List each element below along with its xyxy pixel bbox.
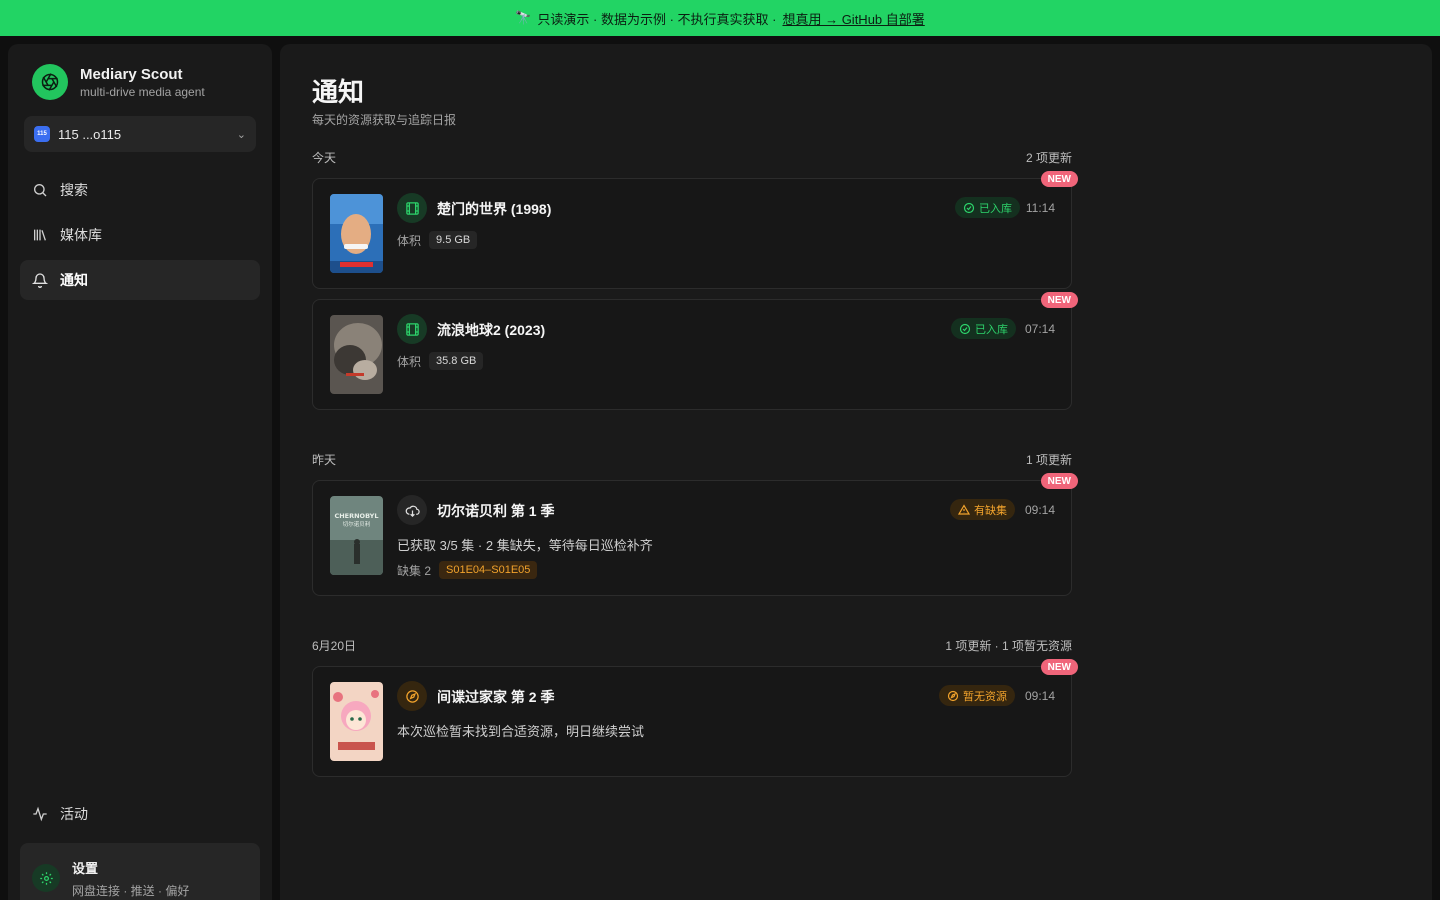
sidebar: Mediary Scout multi-drive media agent 11… xyxy=(8,44,272,900)
card-title: 间谍过家家 第 2 季 xyxy=(437,689,555,705)
notification-card[interactable]: 楚门的世界 (1998) 已入库 11:14 NEW 体积 9.5 GB xyxy=(312,171,1078,289)
drive-selector[interactable]: 115 115 ...o115 ⌄ xyxy=(24,116,256,152)
warning-icon xyxy=(958,503,970,515)
card-meta: 缺集 2 S01E04–S01E05 xyxy=(397,561,538,579)
banner-text: 只读演示 · 数据为示例 · 不执行真实获取 · xyxy=(537,11,777,27)
drive-badge-icon: 115 xyxy=(34,126,50,142)
missing-episodes-chip: S01E04–S01E05 xyxy=(439,561,538,579)
section-header-today: 今天 2 项更新 xyxy=(312,149,1072,166)
brand-name: Mediary Scout xyxy=(80,65,183,83)
demo-banner: 🔭 只读演示 · 数据为示例 · 不执行真实获取 · 想真用 → GitHub … xyxy=(0,0,1440,36)
card-description: 已获取 3/5 集 · 2 集缺失，等待每日巡检补齐 xyxy=(397,538,653,553)
drive-label: 115 ...o115 xyxy=(58,126,122,142)
gear-icon xyxy=(32,864,60,892)
new-badge: NEW xyxy=(1040,473,1078,489)
poster-image: CHERNOBYL 切尔诺贝利 xyxy=(330,496,383,575)
card-title: 切尔诺贝利 第 1 季 xyxy=(437,503,555,519)
section-header-june20: 6月20日 1 项更新 · 1 项暂无资源 xyxy=(312,637,1072,654)
meta-label: 缺集 2 xyxy=(397,563,432,578)
size-chip: 35.8 GB xyxy=(429,352,484,370)
search-icon xyxy=(34,184,47,197)
settings-button[interactable]: 设置 网盘连接 · 推送 · 偏好 xyxy=(20,843,260,900)
section-count: 2 项更新 xyxy=(1025,151,1072,165)
status-badge: 暂无资源 xyxy=(939,685,1015,706)
sidebar-nav: 搜索 媒体库 通知 xyxy=(20,170,260,305)
card-time: 07:14 xyxy=(1024,322,1055,336)
compass-icon xyxy=(397,681,427,711)
telescope-icon: 🔭 xyxy=(515,10,532,25)
brand-subtitle: multi-drive media agent xyxy=(80,84,205,99)
chevron-down-icon: ⌄ xyxy=(236,128,246,141)
status-badge: 有缺集 xyxy=(950,499,1015,520)
section-label: 昨天 xyxy=(312,453,337,467)
size-chip: 9.5 GB xyxy=(429,231,478,249)
poster-image xyxy=(330,315,383,394)
section-count: 1 项更新 · 1 项暂无资源 xyxy=(945,639,1072,653)
activity-icon xyxy=(33,806,47,822)
sidebar-item-library[interactable]: 媒体库 xyxy=(20,215,260,255)
sidebar-item-label: 媒体库 xyxy=(60,227,102,243)
sidebar-item-label: 通知 xyxy=(60,272,88,288)
sidebar-item-search[interactable]: 搜索 xyxy=(20,170,260,210)
page-title: 通知 xyxy=(312,77,365,107)
brand[interactable]: Mediary Scout multi-drive media agent xyxy=(32,64,205,100)
section-count: 1 项更新 xyxy=(1025,453,1072,467)
section-header-yesterday: 昨天 1 项更新 xyxy=(312,451,1072,468)
aperture-logo-icon xyxy=(32,64,68,100)
card-time: 09:14 xyxy=(1024,503,1055,517)
section-label: 今天 xyxy=(312,151,337,165)
main-panel: 通知 每天的资源获取与追踪日报 今天 2 项更新 楚门的世界 (1998) 已入… xyxy=(280,44,1432,900)
github-link[interactable]: 想真用 → GitHub 自部署 xyxy=(782,9,924,28)
new-badge: NEW xyxy=(1040,659,1078,675)
notification-card[interactable]: 间谍过家家 第 2 季 暂无资源 09:14 NEW 本次巡检暂未找到合适资源，… xyxy=(312,659,1078,777)
sidebar-item-activity[interactable]: 活动 xyxy=(20,794,260,834)
check-circle-icon xyxy=(959,323,971,334)
page-subtitle: 每天的资源获取与追踪日报 xyxy=(312,113,457,127)
section-label: 6月20日 xyxy=(312,639,357,653)
poster-image xyxy=(330,194,383,273)
status-badge: 已入库 xyxy=(955,197,1020,218)
sidebar-bottom-nav: 活动 xyxy=(20,794,260,839)
film-icon xyxy=(397,193,427,223)
poster-image xyxy=(330,682,383,761)
check-circle-icon xyxy=(963,202,975,213)
meta-label: 体积 xyxy=(397,233,422,248)
new-badge: NEW xyxy=(1040,171,1078,187)
sidebar-item-label: 活动 xyxy=(60,806,88,822)
card-meta: 体积 9.5 GB xyxy=(397,231,478,249)
bell-icon xyxy=(32,273,48,288)
sidebar-item-notifications[interactable]: 通知 xyxy=(20,260,260,300)
card-title: 流浪地球2 (2023) xyxy=(437,322,546,338)
svg-text:CHERNOBYL: CHERNOBYL xyxy=(334,512,378,520)
library-icon xyxy=(34,229,46,241)
settings-title: 设置 xyxy=(72,860,99,876)
card-meta: 体积 35.8 GB xyxy=(397,352,484,370)
new-badge: NEW xyxy=(1040,292,1078,308)
svg-text:切尔诺贝利: 切尔诺贝利 xyxy=(343,520,371,528)
notification-card[interactable]: 流浪地球2 (2023) 已入库 07:14 NEW 体积 35.8 GB xyxy=(312,292,1078,410)
settings-subtitle: 网盘连接 · 推送 · 偏好 xyxy=(72,883,190,898)
meta-label: 体积 xyxy=(397,354,422,369)
cloud-download-icon xyxy=(397,495,427,525)
card-time: 09:14 xyxy=(1024,689,1055,703)
card-time: 11:14 xyxy=(1025,201,1055,215)
card-title: 楚门的世界 (1998) xyxy=(437,201,552,217)
compass-icon xyxy=(947,690,959,701)
sidebar-item-label: 搜索 xyxy=(60,182,88,198)
notification-card[interactable]: CHERNOBYL 切尔诺贝利 切尔诺贝利 第 1 季 有缺集 09:14 NE… xyxy=(312,473,1078,596)
film-icon xyxy=(397,314,427,344)
card-description: 本次巡检暂未找到合适资源，明日继续尝试 xyxy=(397,724,645,739)
status-badge: 已入库 xyxy=(951,318,1016,339)
